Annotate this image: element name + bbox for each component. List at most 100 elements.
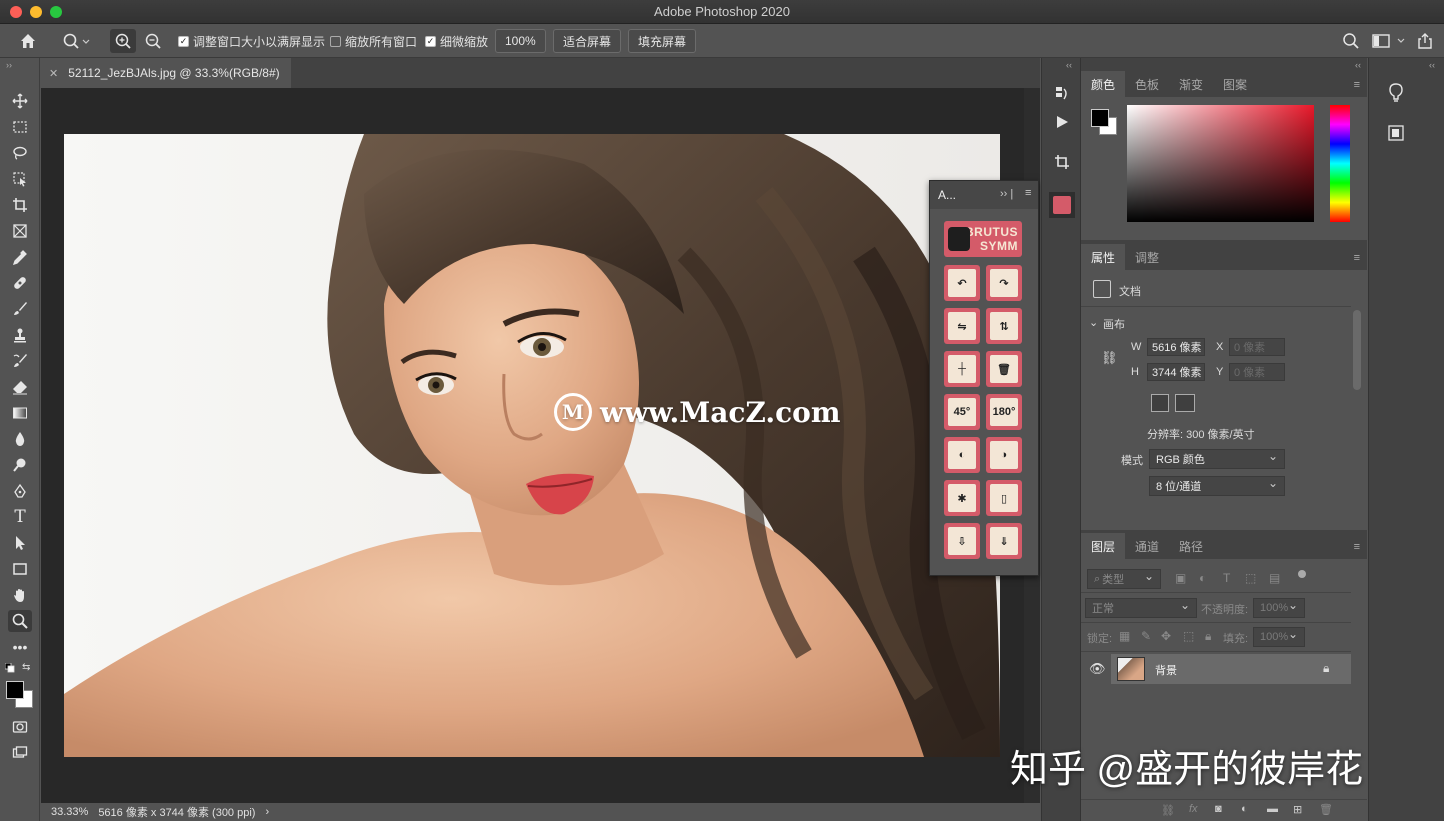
action-grid-button[interactable]: ┼ <box>944 351 980 387</box>
expand-panel-icon[interactable]: ›› | <box>1000 188 1013 200</box>
history-panel-icon[interactable] <box>1050 82 1074 106</box>
action-rotate-right-button[interactable]: ↷ <box>986 265 1022 301</box>
lock-position-icon[interactable]: ✥ <box>1161 629 1171 643</box>
learn-panel-icon[interactable] <box>1387 82 1405 107</box>
zoom-tool-icon[interactable] <box>8 610 32 632</box>
layer-row[interactable]: 背景 🔒︎ <box>1111 654 1351 684</box>
tab-channels[interactable]: 通道 <box>1125 533 1169 559</box>
expand-panels-icon[interactable]: ‹‹ <box>1429 60 1435 70</box>
filter-adjustment-icon[interactable]: ◐ <box>1199 571 1206 585</box>
zoom-100-button[interactable]: 100% <box>495 29 546 53</box>
tab-adjustments[interactable]: 调整 <box>1125 244 1169 270</box>
mode-select[interactable]: RGB 颜色 <box>1149 449 1285 469</box>
tab-layers[interactable]: 图层 <box>1081 533 1126 559</box>
filter-smart-object-icon[interactable]: ▤ <box>1269 571 1280 585</box>
action-import-button[interactable]: ⇩ <box>944 523 980 559</box>
add-mask-icon[interactable]: ◙ <box>1215 803 1222 815</box>
action-rotate-180-button[interactable]: 180° <box>986 394 1022 430</box>
document-tab[interactable]: ✕ 52112_JezBJAls.jpg @ 33.3%(RGB/8#) <box>41 58 291 88</box>
action-radial-button[interactable]: ✱ <box>944 480 980 516</box>
collapse-icon[interactable]: ›› <box>6 60 12 70</box>
clone-stamp-tool-icon[interactable] <box>8 324 32 346</box>
actions-panel-dock-icon[interactable] <box>1049 192 1075 218</box>
foreground-color-swatch[interactable] <box>6 681 24 699</box>
zoom-tool-preset-picker[interactable] <box>58 29 94 53</box>
x-field[interactable]: 0 像素 <box>1229 338 1285 356</box>
zoom-all-windows-checkbox[interactable]: 缩放所有窗口 <box>330 33 417 50</box>
layer-lock-icon[interactable]: 🔒︎ <box>1323 661 1329 676</box>
hue-slider[interactable] <box>1330 105 1350 222</box>
filter-type-icon[interactable]: T <box>1223 571 1230 585</box>
action-flip-vertical-button[interactable]: ⇅ <box>986 308 1022 344</box>
brush-tool-icon[interactable] <box>8 298 32 320</box>
foreground-color-swatch[interactable] <box>1091 109 1109 127</box>
search-icon[interactable] <box>1340 29 1362 53</box>
healing-brush-tool-icon[interactable] <box>8 272 32 294</box>
collapse-dock-icon[interactable]: ‹‹ <box>1066 60 1072 70</box>
blur-tool-icon[interactable] <box>8 428 32 450</box>
quick-mask-icon[interactable] <box>8 716 32 738</box>
share-icon[interactable] <box>1414 29 1436 53</box>
document-info-arrow[interactable]: › <box>265 806 269 818</box>
action-flip-horizontal-button[interactable]: ⇋ <box>944 308 980 344</box>
history-brush-tool-icon[interactable] <box>8 350 32 372</box>
hand-tool-icon[interactable] <box>8 584 32 606</box>
filter-toggle-icon[interactable] <box>1298 570 1306 578</box>
workspace-switcher-icon[interactable] <box>1370 29 1410 53</box>
fx-icon[interactable]: fx <box>1189 803 1198 815</box>
type-tool-icon[interactable]: T <box>8 506 32 528</box>
color-field[interactable] <box>1127 105 1314 222</box>
width-field[interactable]: 5616 像素 <box>1147 338 1205 356</box>
lock-all-icon[interactable]: 🔒︎ <box>1205 629 1211 644</box>
properties-scrollbar[interactable] <box>1353 310 1361 390</box>
path-selection-tool-icon[interactable] <box>8 532 32 554</box>
zoom-level[interactable]: 33.33% <box>51 806 88 818</box>
zoom-out-icon[interactable] <box>140 29 166 53</box>
action-rotate-left-button[interactable]: ↶ <box>944 265 980 301</box>
action-delete-button[interactable]: 🗑 <box>986 351 1022 387</box>
home-icon[interactable] <box>16 29 40 53</box>
tab-gradients[interactable]: 渐变 <box>1169 71 1213 97</box>
zoom-in-icon[interactable] <box>110 29 136 53</box>
fill-field[interactable]: 100% <box>1253 627 1305 647</box>
fit-screen-button[interactable]: 适合屏幕 <box>553 29 622 53</box>
adjustment-layer-icon[interactable]: ◐ <box>1241 803 1248 815</box>
lasso-tool-icon[interactable] <box>8 142 32 164</box>
object-selection-tool-icon[interactable] <box>8 168 32 190</box>
frame-tool-icon[interactable] <box>8 220 32 242</box>
action-mirror-button[interactable]: ◐ <box>944 437 980 473</box>
action-export-button[interactable]: ⇓ <box>986 523 1022 559</box>
filter-shape-icon[interactable]: ⬚ <box>1245 571 1256 585</box>
action-symmetry-button[interactable]: ◑ <box>986 437 1022 473</box>
new-layer-icon[interactable]: ⊞ <box>1293 803 1302 816</box>
swap-colors-icon[interactable]: ⇆ <box>22 662 30 673</box>
tab-properties[interactable]: 属性 <box>1081 244 1126 270</box>
lock-artboard-icon[interactable]: ⬚ <box>1183 629 1194 643</box>
collapse-panels-icon[interactable]: ‹‹ <box>1355 60 1361 70</box>
dodge-tool-icon[interactable] <box>8 454 32 476</box>
action-rotate-45-button[interactable]: 45° <box>944 394 980 430</box>
crop-panel-icon[interactable] <box>1050 150 1074 174</box>
filter-pixel-icon[interactable]: ▣ <box>1175 571 1186 585</box>
gradient-tool-icon[interactable] <box>8 402 32 424</box>
crop-tool-icon[interactable] <box>8 194 32 216</box>
visibility-eye-icon[interactable]: 👁︎ <box>1089 661 1106 677</box>
eraser-tool-icon[interactable] <box>8 376 32 398</box>
delete-layer-icon[interactable]: 🗑︎ <box>1319 803 1333 816</box>
marquee-tool-icon[interactable] <box>8 116 32 138</box>
link-icon[interactable]: ⛓ <box>1101 350 1118 366</box>
bit-depth-select[interactable]: 8 位/通道 <box>1149 476 1285 496</box>
rectangle-tool-icon[interactable] <box>8 558 32 580</box>
tab-patterns[interactable]: 图案 <box>1213 71 1257 97</box>
actions-play-icon[interactable] <box>1050 110 1074 134</box>
new-group-icon[interactable]: ▬ <box>1267 803 1278 815</box>
layer-filter-select[interactable]: ⌕ 类型 <box>1087 569 1161 589</box>
panel-menu-icon[interactable]: ≡ <box>1354 79 1361 91</box>
move-tool-icon[interactable] <box>8 90 32 112</box>
eyedropper-tool-icon[interactable] <box>8 246 32 268</box>
pen-tool-icon[interactable] <box>8 480 32 502</box>
link-layers-icon[interactable]: ⛓ <box>1161 804 1175 817</box>
document-image[interactable] <box>64 134 1000 757</box>
opacity-field[interactable]: 100% <box>1253 598 1305 618</box>
scrubby-zoom-checkbox[interactable]: ✓ 细微缩放 <box>425 33 488 50</box>
